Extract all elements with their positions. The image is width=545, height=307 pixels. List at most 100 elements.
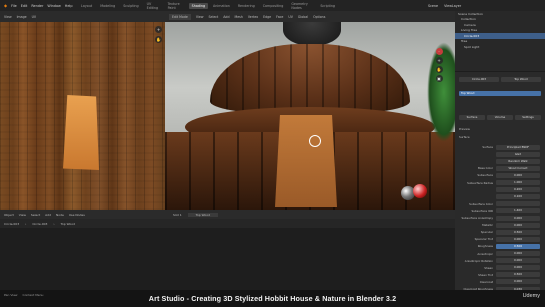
menu-edit[interactable]: Edit [21,4,28,8]
property-value-field[interactable]: 0.200 [496,187,540,193]
blender-logo-icon[interactable]: ◆ [4,3,7,8]
menu-window[interactable]: Window [47,4,60,8]
property-value-field[interactable]: 0.000 [496,251,540,256]
material-list-item[interactable]: Top Wood [459,90,541,96]
tab-settings[interactable]: Settings [515,114,541,120]
uv-island-selected[interactable] [63,95,99,170]
camera-icon[interactable]: ▣ [435,75,443,82]
shader-menu-add[interactable]: Add [45,213,51,217]
3d-cursor[interactable] [309,135,321,147]
property-row: Metallic 0.000 [455,222,545,228]
tab-scripting[interactable]: Scripting [317,3,338,9]
slot-selector[interactable]: Slot 1 [173,213,182,217]
property-value-field[interactable]: 0.500 [496,272,540,278]
property-value-field[interactable]: 0.100 [496,194,540,200]
view-layer-selector[interactable]: ViewLayer [444,4,461,8]
material-tabs: Surface Volume Settings [455,114,545,120]
vp-menu-view[interactable]: View [196,15,204,19]
tab-rendering[interactable]: Rendering [235,3,258,9]
tab-uv-editing[interactable]: UV Editing [144,1,163,11]
property-value-field[interactable]: GGX [496,151,540,157]
uv-menu-view[interactable]: View [4,15,12,19]
axis-gizmo-icon[interactable]: · [435,48,443,55]
uv-editor-header: View Image UV [0,11,165,22]
shader-slot-bar: Slot 1 Top Wood [165,210,455,219]
property-label: Specular Tint [474,237,493,242]
property-label: Subsurface IOR [471,208,493,213]
property-label: Subsurface Anisotropy [461,216,493,220]
options-button[interactable]: Options [313,15,325,19]
viewport-navigation-gizmo: · + ✋ ▣ [425,48,453,108]
vp-menu-uv[interactable]: UV [288,15,293,19]
property-label: Anisotropic [477,251,493,256]
property-row: GGX [455,151,545,157]
hdri-ball-diffuse [413,184,427,198]
tab-layout[interactable]: Layout [78,3,95,9]
menu-help[interactable]: Help [65,4,73,8]
shader-menu-node[interactable]: Node [56,213,64,217]
zoom-icon[interactable]: + [435,57,443,64]
vp-menu-mesh[interactable]: Mesh [234,15,242,19]
uv-menu-uv[interactable]: UV [32,15,37,19]
property-value-field[interactable]: 0.000 [496,172,540,178]
zoom-icon[interactable]: + [155,26,162,33]
menu-file[interactable]: File [11,4,17,8]
vp-menu-edge[interactable]: Edge [263,15,271,19]
property-value-field[interactable]: 0.000 [496,265,540,271]
3d-viewport[interactable]: · + ✋ ▣ [165,22,455,210]
section-surface[interactable]: Surface [455,134,545,140]
property-label: Specular [480,230,493,235]
property-value-field[interactable]: 0.500 [496,229,540,235]
use-nodes-checkbox[interactable]: Use Nodes [69,213,85,217]
property-value-field[interactable]: 0.000 [496,215,540,221]
chimney-mesh [283,22,341,46]
transform-orientation[interactable]: Global [298,15,308,19]
tab-volume[interactable]: Volume [487,114,513,120]
shader-object-selector[interactable]: Object [4,213,14,217]
uv-menu-image[interactable]: Image [17,15,27,19]
vp-menu-add[interactable]: Add [223,15,229,19]
tab-surface[interactable]: Surface [459,114,485,120]
property-value-field[interactable]: 0.000 [496,222,540,228]
property-row: Sheen Tint 0.500 [455,272,545,278]
menu-render[interactable]: Render [31,4,43,8]
shader-menu-select[interactable]: Select [31,213,40,217]
property-value-field[interactable]: Principled BSDF [496,144,540,150]
material-slot-name[interactable]: Top Wood [501,76,541,82]
mode-selector[interactable]: Edit Mode [169,13,191,20]
scene-selector[interactable]: Scene [428,4,438,8]
material-selector[interactable]: Top Wood [187,212,219,217]
section-preview[interactable]: Preview [455,126,545,132]
vp-menu-vertex[interactable]: Vertex [248,15,258,19]
tab-compositing[interactable]: Compositing [260,3,287,9]
tab-shading[interactable]: Shading [188,2,209,9]
property-label: Clearcoat [479,279,493,284]
tab-modeling[interactable]: Modeling [97,3,118,9]
property-value-field[interactable] [496,201,540,207]
property-value-field[interactable]: 0.506 [496,243,540,249]
breadcrumb-material: Top Wood [60,221,76,226]
shader-node-area[interactable] [0,228,455,290]
property-value-field[interactable]: 0.000 [496,279,540,285]
property-value-field[interactable]: 0.000 [496,236,540,242]
tab-sculpting[interactable]: Sculpting [120,3,141,9]
tab-texture-paint[interactable]: Texture Paint [165,1,187,11]
pan-hand-icon[interactable]: ✋ [435,66,443,73]
property-value-field[interactable]: 0.000 [496,258,540,264]
tab-geometry-nodes[interactable]: Geometry Nodes [288,1,315,11]
property-row: Subsurface 0.000 [455,172,545,178]
property-value-field[interactable]: Random Walk [496,158,540,164]
tab-animation[interactable]: Animation [210,3,233,9]
shader-menu-view[interactable]: View [19,213,26,217]
property-row: Clearcoat 0.000 [455,279,545,285]
roof-plank-lines [210,44,410,114]
outliner-spot-light[interactable]: Spot Light [455,44,545,50]
selected-plank-face[interactable] [275,115,337,207]
pan-hand-icon[interactable]: ✋ [155,36,162,43]
property-value-field[interactable]: Wood Correct [496,165,540,171]
property-value-field[interactable]: 1.400 [496,208,540,214]
vp-menu-face[interactable]: Face [276,15,283,19]
vp-menu-select[interactable]: Select [208,15,218,19]
material-list[interactable]: Top Wood [455,90,545,96]
property-value-field[interactable]: 1.000 [496,180,540,185]
